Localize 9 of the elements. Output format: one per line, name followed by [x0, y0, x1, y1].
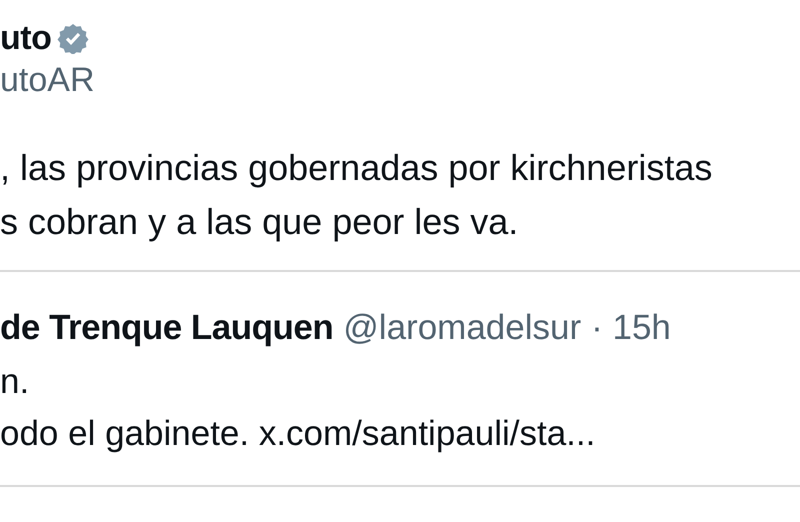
quoted-tweet-text: odo el gabinete. x.com/santipauli/sta... — [0, 414, 596, 454]
author-name: uto — [0, 18, 52, 58]
quoted-author-handle: @laromadelsur — [343, 306, 582, 349]
quoted-tweet-text: n. — [0, 362, 30, 402]
tweet-text: s cobran y a las que peor les va. — [0, 202, 520, 242]
quoted-author-name: de Trenque Lauquen — [0, 306, 334, 349]
tweet-text: , las provincias gobernadas por kirchneristas — [0, 148, 714, 188]
author-handle: utoAR — [0, 60, 94, 100]
quoted-time: · 15h — [591, 306, 671, 349]
